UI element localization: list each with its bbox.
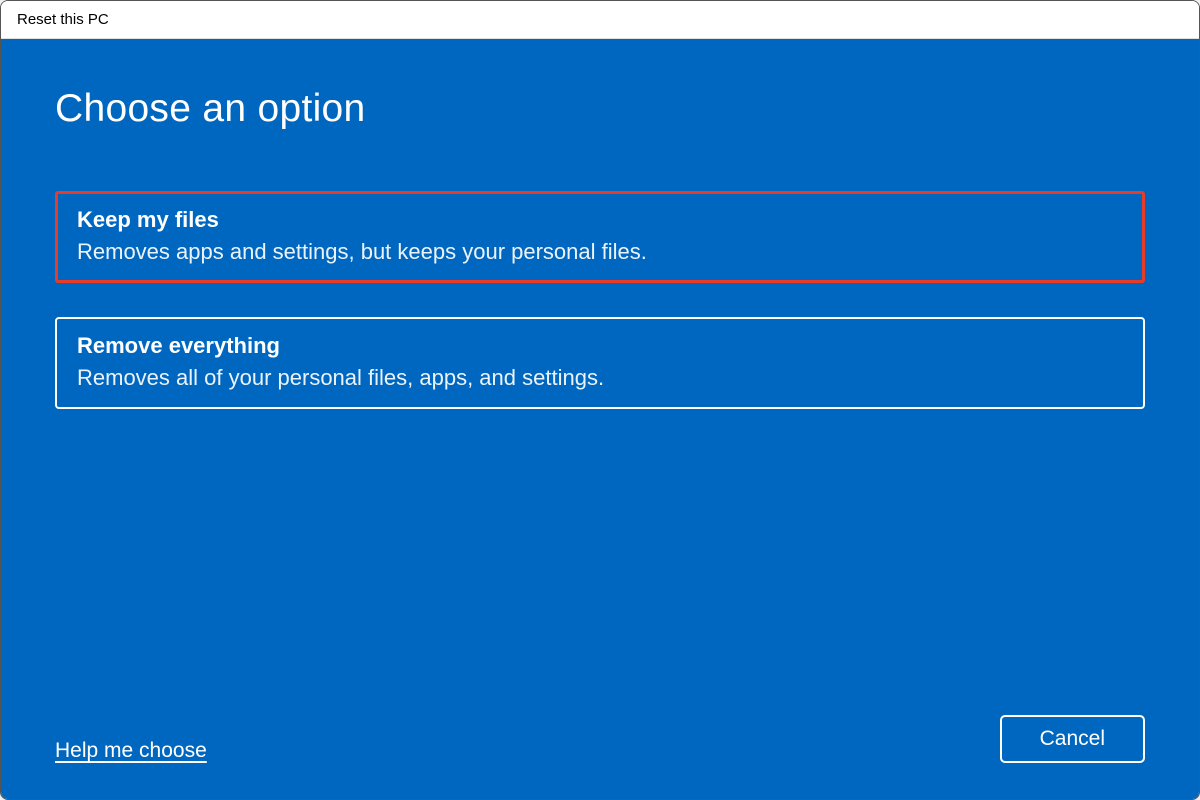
dialog-footer: Help me choose Cancel [55,695,1145,763]
option-description: Removes all of your personal files, apps… [77,365,1123,391]
reset-pc-dialog: Reset this PC Choose an option Keep my f… [0,0,1200,800]
page-heading: Choose an option [55,87,1145,131]
window-title: Reset this PC [17,11,109,28]
option-remove-everything[interactable]: Remove everything Removes all of your pe… [55,317,1145,409]
option-title: Remove everything [77,333,1123,359]
options-container: Keep my files Removes apps and settings,… [55,191,1145,409]
option-keep-my-files[interactable]: Keep my files Removes apps and settings,… [55,191,1145,283]
content-area: Choose an option Keep my files Removes a… [1,39,1199,799]
option-title: Keep my files [77,207,1123,233]
titlebar: Reset this PC [1,1,1199,39]
help-me-choose-link[interactable]: Help me choose [55,739,207,763]
cancel-button[interactable]: Cancel [1000,715,1145,763]
option-description: Removes apps and settings, but keeps you… [77,239,1123,265]
